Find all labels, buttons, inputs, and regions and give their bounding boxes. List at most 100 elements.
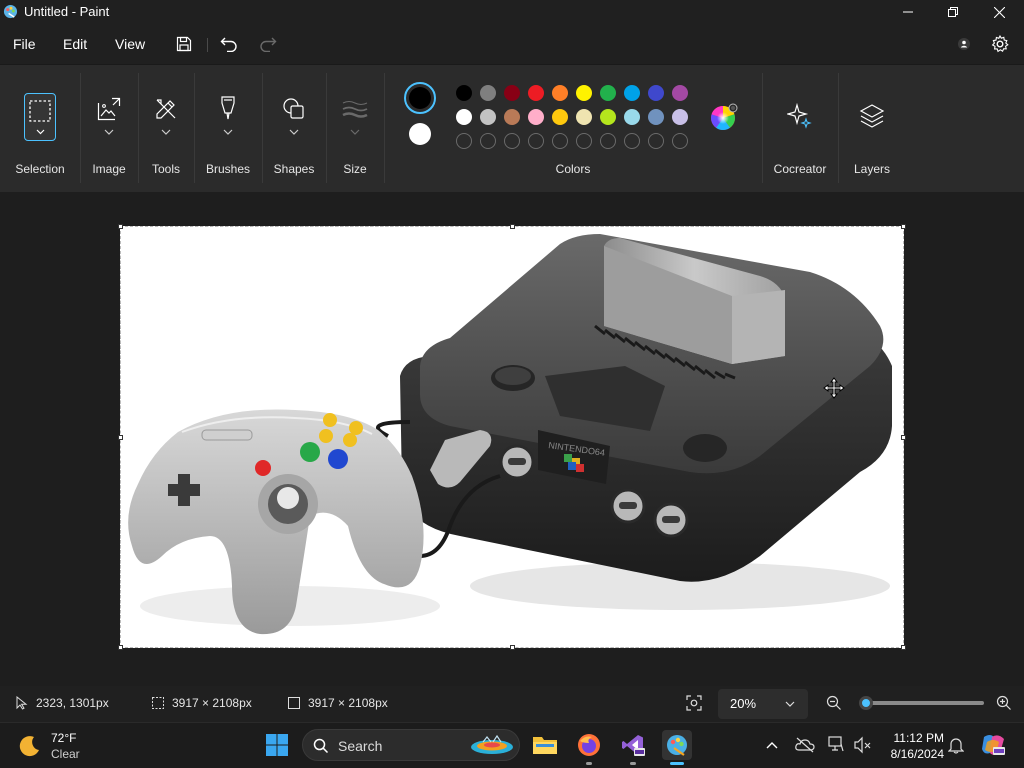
canvas-size-icon — [288, 697, 300, 709]
palette-swatch[interactable] — [576, 109, 592, 125]
custom-color-slot[interactable] — [504, 133, 520, 149]
weather-temperature: 72°F — [51, 731, 77, 745]
primary-color-swatch — [409, 87, 431, 109]
display-icon[interactable] — [828, 736, 844, 752]
selection-group[interactable]: Selection — [0, 65, 80, 193]
palette-swatch[interactable] — [648, 109, 664, 125]
palette-swatch[interactable] — [480, 85, 496, 101]
taskbar: 72°F Clear Search 11:12 PM 8/16/2024 — [0, 722, 1024, 768]
custom-color-slot[interactable] — [552, 133, 568, 149]
custom-color-slot[interactable] — [576, 133, 592, 149]
size-label: Size — [343, 162, 367, 176]
account-button[interactable] — [952, 32, 976, 56]
palette-swatch[interactable] — [480, 109, 496, 125]
clock-time: 11:12 PM — [893, 731, 944, 745]
secondary-color-button[interactable] — [409, 123, 431, 145]
weather-widget[interactable]: 72°F Clear — [14, 729, 134, 763]
palette-swatch[interactable] — [528, 85, 544, 101]
settings-button[interactable] — [988, 32, 1012, 56]
running-indicator — [586, 762, 592, 765]
redo-button[interactable] — [256, 32, 280, 56]
palette-swatch[interactable] — [552, 85, 568, 101]
notification-bell-icon[interactable] — [948, 736, 964, 754]
taskbar-search[interactable]: Search — [302, 729, 520, 761]
palette-swatch[interactable] — [528, 109, 544, 125]
size-group[interactable]: Size — [327, 65, 383, 193]
undo-button[interactable] — [217, 32, 241, 56]
palette-swatch[interactable] — [600, 85, 616, 101]
palette-swatch[interactable] — [672, 109, 688, 125]
zoom-out-icon[interactable] — [826, 695, 842, 711]
palette-swatch[interactable] — [672, 85, 688, 101]
image-icon — [97, 97, 121, 121]
drawing-canvas[interactable]: NINTENDO64 — [120, 226, 904, 648]
custom-color-slot[interactable] — [600, 133, 616, 149]
palette-swatch[interactable] — [504, 109, 520, 125]
zoom-in-icon[interactable] — [996, 695, 1012, 711]
speaker-muted-icon[interactable] — [854, 736, 872, 754]
custom-color-slot[interactable] — [480, 133, 496, 149]
palette-swatch[interactable] — [504, 85, 520, 101]
save-icon — [176, 36, 192, 52]
image-group[interactable]: Image — [81, 65, 137, 193]
palette-swatch[interactable] — [624, 85, 640, 101]
zoom-slider[interactable] — [859, 696, 984, 710]
cocreator-group[interactable]: Cocreator — [763, 65, 837, 193]
menu-divider — [207, 38, 208, 52]
brush-icon — [221, 96, 235, 120]
save-button[interactable] — [172, 32, 196, 56]
weather-description: Clear — [51, 747, 80, 761]
zoom-value: 20% — [730, 696, 757, 711]
minimize-button[interactable] — [885, 0, 931, 24]
windows-logo-icon — [266, 734, 288, 756]
taskbar-visual-studio[interactable] — [618, 730, 648, 765]
palette-swatch[interactable] — [576, 85, 592, 101]
brushes-group[interactable]: Brushes — [195, 65, 261, 193]
cursor-position: 2323, 1301px — [36, 696, 109, 710]
menu-edit[interactable]: Edit — [63, 36, 87, 52]
palette-swatch[interactable] — [456, 85, 472, 101]
zoom-slider-thumb[interactable] — [859, 696, 873, 710]
edit-colors-icon[interactable] — [710, 103, 738, 131]
custom-color-slot[interactable] — [648, 133, 664, 149]
clock[interactable]: 11:12 PM 8/16/2024 — [884, 729, 944, 763]
taskbar-paint[interactable] — [662, 730, 692, 765]
search-placeholder: Search — [338, 738, 383, 754]
custom-color-slot[interactable] — [672, 133, 688, 149]
active-indicator — [670, 762, 684, 765]
primary-color-button[interactable] — [404, 82, 436, 114]
image-label: Image — [92, 162, 126, 176]
custom-color-slot[interactable] — [456, 133, 472, 149]
palette-swatch[interactable] — [552, 109, 568, 125]
fit-to-window-icon[interactable] — [686, 695, 702, 711]
layers-group[interactable]: Layers — [839, 65, 905, 193]
taskbar-firefox[interactable] — [574, 730, 604, 765]
canvas-workspace[interactable]: NINTENDO64 — [0, 192, 1024, 686]
chevron-up-icon[interactable] — [766, 741, 778, 749]
chevron-down-icon — [289, 129, 299, 135]
copilot-icon[interactable] — [980, 733, 1006, 757]
menu-file[interactable]: File — [13, 36, 36, 52]
shapes-group[interactable]: Shapes — [263, 65, 325, 193]
selection-size-icon — [152, 697, 164, 709]
taskbar-file-explorer[interactable] — [530, 730, 560, 760]
palette-swatch[interactable] — [648, 85, 664, 101]
tools-group[interactable]: Tools — [139, 65, 193, 193]
chevron-down-icon — [350, 129, 360, 135]
shapes-label: Shapes — [273, 162, 315, 176]
start-button[interactable] — [262, 730, 292, 760]
zoom-dropdown[interactable]: 20% — [718, 689, 808, 719]
custom-color-slot[interactable] — [528, 133, 544, 149]
tools-label: Tools — [151, 162, 180, 176]
selection-tool-button[interactable] — [24, 93, 56, 141]
close-button[interactable] — [976, 0, 1022, 24]
maximize-button[interactable] — [930, 0, 976, 24]
palette-swatch[interactable] — [456, 109, 472, 125]
menu-view[interactable]: View — [115, 36, 145, 52]
user-icon — [958, 38, 970, 50]
window-title: Untitled - Paint — [24, 4, 110, 19]
palette-swatch[interactable] — [600, 109, 616, 125]
palette-swatch[interactable] — [624, 109, 640, 125]
custom-color-slot[interactable] — [624, 133, 640, 149]
onedrive-icon[interactable] — [795, 737, 815, 753]
